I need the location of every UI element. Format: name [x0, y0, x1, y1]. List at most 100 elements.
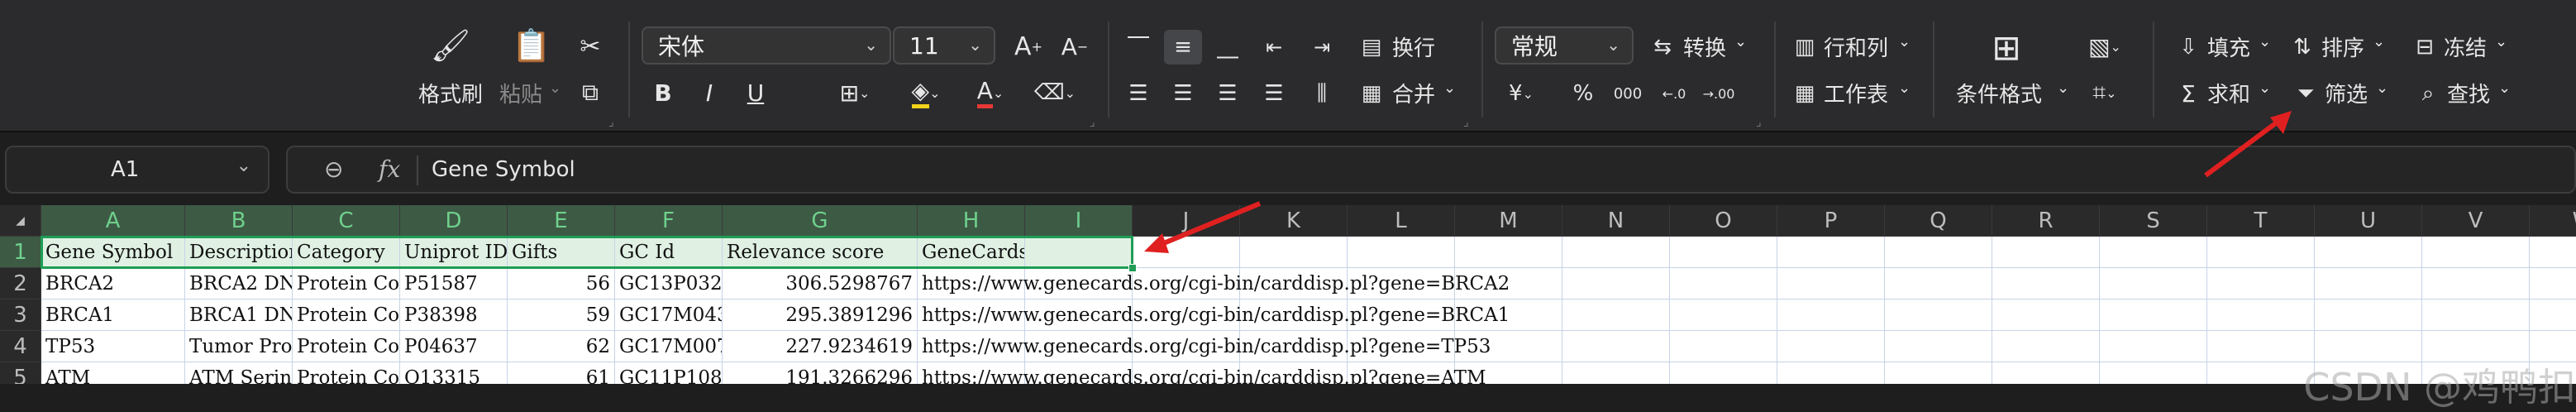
- find-icon[interactable]: ⌕: [2412, 78, 2444, 109]
- filter-icon[interactable]: ⏷: [2290, 78, 2321, 109]
- row-header[interactable]: 2: [0, 268, 41, 299]
- header-cell[interactable]: Gene Symbol: [41, 237, 185, 268]
- row-header[interactable]: 1: [0, 237, 41, 268]
- header-cell[interactable]: [1992, 237, 2100, 268]
- header-cell[interactable]: [1777, 237, 1885, 268]
- font-launcher-icon[interactable]: ⌟: [1090, 116, 1095, 129]
- conditional-format-label[interactable]: 条件格式: [1956, 78, 2042, 108]
- table-cell[interactable]: GC17M007(: [615, 331, 723, 362]
- table-cell[interactable]: [2207, 331, 2315, 362]
- sort-chevron-icon[interactable]: ⌄: [2373, 33, 2385, 50]
- table-cell[interactable]: [1670, 299, 1777, 331]
- rows-cols-icon[interactable]: ▥: [1789, 31, 1820, 63]
- font-size-select[interactable]: 11 ⌄: [893, 26, 995, 65]
- table-cell[interactable]: Protein Coc: [293, 362, 400, 384]
- column-header[interactable]: G: [723, 205, 918, 237]
- table-cell[interactable]: [2100, 331, 2207, 362]
- percent-icon[interactable]: %: [1567, 78, 1599, 109]
- freeze-label[interactable]: 冻结: [2444, 31, 2487, 62]
- header-cell[interactable]: [1670, 237, 1777, 268]
- underline-button[interactable]: U: [739, 76, 772, 109]
- wrap-text-icon[interactable]: ▤: [1356, 31, 1387, 63]
- merge-icon[interactable]: ▦: [1356, 78, 1387, 109]
- table-cell[interactable]: https://www.genecards.org/cgi-bin/carddi…: [918, 362, 1486, 384]
- column-header[interactable]: W: [2530, 205, 2576, 237]
- header-cell[interactable]: [2422, 237, 2530, 268]
- worksheet-chevron-icon[interactable]: ⌄: [1898, 79, 1911, 97]
- clear-format-icon[interactable]: ⌫ ⌄: [1028, 76, 1081, 109]
- table-cell[interactable]: [1562, 362, 1670, 384]
- table-cell[interactable]: Protein Coc: [293, 299, 400, 331]
- table-cell[interactable]: [2207, 299, 2315, 331]
- table-cell[interactable]: [2100, 268, 2207, 299]
- increase-font-icon[interactable]: A +: [1010, 28, 1047, 65]
- align-center-icon[interactable]: ☰: [1167, 78, 1199, 109]
- header-cell[interactable]: Uniprot ID: [400, 237, 508, 268]
- column-header[interactable]: F: [615, 205, 723, 237]
- table-cell[interactable]: BRCA1 DN: [185, 299, 293, 331]
- column-header[interactable]: E: [508, 205, 615, 237]
- table-cell[interactable]: BRCA2 DN: [185, 268, 293, 299]
- table-cell[interactable]: [1670, 268, 1777, 299]
- cell-style-icon[interactable]: ▧ ⌄: [2080, 30, 2130, 63]
- justify-icon[interactable]: ☰: [1258, 78, 1290, 109]
- worksheet-label[interactable]: 工作表: [1824, 78, 1888, 108]
- border-icon[interactable]: ⊞ ⌄: [830, 76, 880, 109]
- format-painter-label[interactable]: 格式刷: [418, 78, 483, 108]
- column-header[interactable]: B: [185, 205, 293, 237]
- header-cell[interactable]: Description: [185, 237, 293, 268]
- table-cell[interactable]: [1885, 299, 1992, 331]
- column-header[interactable]: L: [1348, 205, 1455, 237]
- conditional-format-chevron-icon[interactable]: ⌄: [2057, 79, 2069, 97]
- table-cell[interactable]: [1562, 299, 1670, 331]
- convert-chevron-icon[interactable]: ⌄: [1734, 33, 1747, 50]
- table-cell[interactable]: [1992, 362, 2100, 384]
- row-header[interactable]: 3: [0, 299, 41, 331]
- filter-chevron-icon[interactable]: ⌄: [2376, 79, 2388, 97]
- table-cell[interactable]: [1562, 268, 1670, 299]
- table-cell[interactable]: [1670, 362, 1777, 384]
- paste-icon[interactable]: 📋: [511, 25, 552, 66]
- copy-icon[interactable]: ⧉: [574, 76, 607, 109]
- format-painter-icon[interactable]: 🖌: [430, 25, 471, 66]
- freeze-icon[interactable]: ⊟: [2409, 31, 2440, 63]
- header-cell[interactable]: Gifts: [508, 237, 615, 268]
- table-cell[interactable]: [1670, 331, 1777, 362]
- clipboard-launcher-icon[interactable]: ⌟: [608, 116, 614, 129]
- column-header[interactable]: D: [400, 205, 508, 237]
- freeze-chevron-icon[interactable]: ⌄: [2495, 33, 2507, 50]
- convert-icon[interactable]: ⇆: [1647, 31, 1678, 63]
- column-header[interactable]: K: [1240, 205, 1348, 237]
- sheet-area[interactable]: Gene Symbol Description Category Uniprot ID…: [41, 236, 2576, 384]
- sum-label[interactable]: 求和: [2207, 78, 2250, 108]
- table-cell[interactable]: https://www.genecards.org/cgi-bin/carddi…: [918, 299, 1510, 331]
- align-right-icon[interactable]: ☰: [1212, 78, 1243, 109]
- thousands-icon[interactable]: 000: [1612, 78, 1643, 109]
- column-header[interactable]: M: [1455, 205, 1562, 237]
- table-cell[interactable]: [2315, 268, 2422, 299]
- header-cell[interactable]: Category: [293, 237, 400, 268]
- table-cell[interactable]: ATM: [41, 362, 185, 384]
- header-cell[interactable]: Relevance score: [723, 237, 918, 268]
- column-header[interactable]: I: [1025, 205, 1133, 237]
- header-cell[interactable]: [2315, 237, 2422, 268]
- table-cell[interactable]: [1777, 362, 1885, 384]
- row-header[interactable]: 5: [0, 362, 41, 384]
- name-box[interactable]: A1 ⌄: [5, 146, 270, 194]
- table-cell[interactable]: 56: [508, 268, 615, 299]
- rows-cols-chevron-icon[interactable]: ⌄: [1898, 33, 1911, 50]
- table-style-icon[interactable]: ⌗ ⌄: [2080, 76, 2130, 109]
- bold-button[interactable]: B: [646, 76, 680, 109]
- column-header[interactable]: J: [1133, 205, 1240, 237]
- table-cell[interactable]: [1992, 268, 2100, 299]
- header-cell[interactable]: [1133, 237, 1240, 268]
- table-cell[interactable]: 306.5298767: [723, 268, 918, 299]
- table-cell[interactable]: https://www.genecards.org/cgi-bin/carddi…: [918, 268, 1510, 299]
- table-cell[interactable]: BRCA1: [41, 299, 185, 331]
- table-cell[interactable]: 191.3266296: [723, 362, 918, 384]
- column-header[interactable]: P: [1777, 205, 1885, 237]
- align-middle-icon[interactable]: ≡: [1164, 30, 1202, 65]
- table-cell[interactable]: [1992, 299, 2100, 331]
- formula-input[interactable]: ⊖ fx Gene Symbol: [286, 146, 2576, 194]
- table-cell[interactable]: ATM Serine: [185, 362, 293, 384]
